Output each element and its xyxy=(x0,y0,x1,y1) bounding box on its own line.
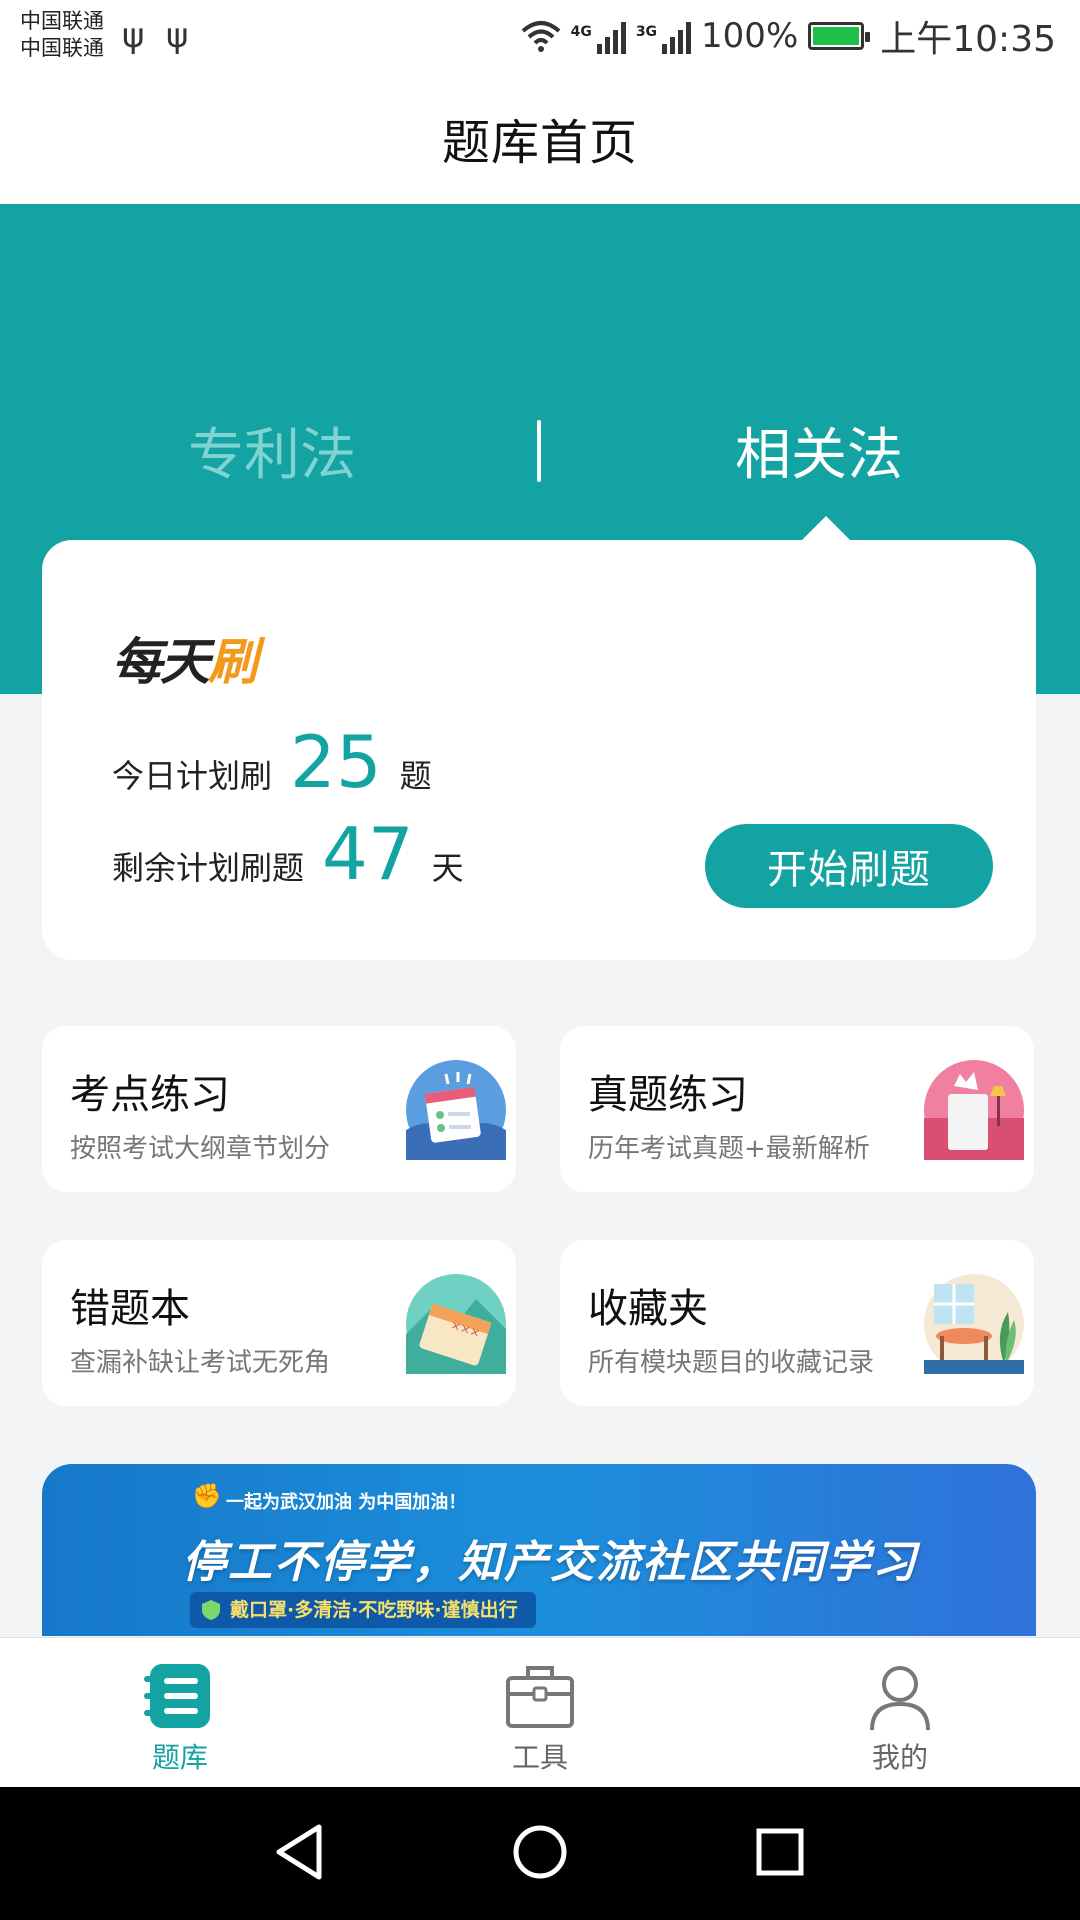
feature-title: 错题本 xyxy=(70,1286,190,1332)
banner-headline: 停工不停学，知产交流社区共同学习 xyxy=(182,1537,918,1588)
daily-plan-card: 每天刷 今日计划刷 25 题 剩余计划刷题 47 天 开始刷题 xyxy=(42,540,1036,960)
tab-pointer xyxy=(800,516,852,542)
remaining-plan-unit: 天 xyxy=(431,849,464,887)
home-icon[interactable] xyxy=(505,1817,575,1887)
signal-4g-icon: 4G xyxy=(571,18,626,54)
daily-logo: 每天刷 xyxy=(112,633,258,691)
notebook-mountain-icon: ××× xyxy=(406,1274,506,1374)
start-practice-button[interactable]: 开始刷题 xyxy=(705,824,993,908)
nav-tools[interactable]: 工具 xyxy=(440,1638,640,1788)
today-plan: 今日计划刷 25 题 xyxy=(112,726,432,798)
shield-icon xyxy=(202,1600,220,1620)
carrier-info: 中国联通 中国联通 xyxy=(20,8,104,62)
clock: 上午10:35 xyxy=(880,19,1056,60)
nav-question-bank[interactable]: 题库 xyxy=(80,1638,280,1788)
fist-icon: ✊ xyxy=(192,1482,222,1510)
system-nav-bar xyxy=(0,1787,1080,1920)
wifi-icon xyxy=(521,21,560,52)
usb-icon: ψ xyxy=(166,16,189,56)
question-bank-icon xyxy=(144,1664,210,1728)
tab-divider xyxy=(537,420,541,482)
back-icon[interactable] xyxy=(265,1817,335,1887)
bottom-nav: 题库 工具 我的 xyxy=(0,1637,1080,1787)
feature-desc: 查漏补缺让考试无死角 xyxy=(70,1348,331,1378)
signal-3g-icon: 3G xyxy=(636,18,692,54)
tab-patent-law[interactable]: 专利法 xyxy=(188,410,356,491)
page-header: 题库首页 xyxy=(0,72,1080,204)
lamp-paper-icon xyxy=(924,1060,1024,1160)
feature-desc: 按照考试大纲章节划分 xyxy=(70,1134,331,1164)
feature-title: 收藏夹 xyxy=(588,1286,708,1332)
status-right: 4G 3G 100% 上午10:35 xyxy=(521,10,1056,62)
carrier-2: 中国联通 xyxy=(20,36,104,60)
table-plant-icon xyxy=(924,1274,1024,1374)
battery-percent: 100% xyxy=(701,16,799,56)
nav-label: 工具 xyxy=(511,1741,568,1774)
user-icon xyxy=(870,1666,930,1731)
remaining-plan-days: 47 xyxy=(322,812,414,896)
status-bar: 中国联通 中国联通 ψ ψ 4G 3G 100% 上午10:35 xyxy=(0,0,1080,72)
today-plan-label: 今日计划刷 xyxy=(112,757,273,795)
recents-icon[interactable] xyxy=(745,1817,815,1887)
feature-wrong-answers[interactable]: 错题本 查漏补缺让考试无死角 ××× xyxy=(42,1240,516,1406)
feature-title: 真题练习 xyxy=(588,1072,748,1118)
feature-desc: 历年考试真题+最新解析 xyxy=(588,1134,870,1164)
banner-tag: 戴口罩·多清洁·不吃野味·谨慎出行 xyxy=(190,1592,536,1628)
banner-subtitle: 一起为武汉加油 为中国加油！ xyxy=(226,1492,467,1513)
feature-past-exams[interactable]: 真题练习 历年考试真题+最新解析 xyxy=(560,1026,1034,1192)
usb-icon: ψ xyxy=(122,16,145,56)
feature-topic-practice[interactable]: 考点练习 按照考试大纲章节划分 xyxy=(42,1026,516,1192)
calendar-checklist-icon xyxy=(406,1060,506,1160)
nav-label: 我的 xyxy=(871,1741,928,1774)
battery-icon xyxy=(808,22,871,50)
nav-label: 题库 xyxy=(151,1741,208,1774)
feature-desc: 所有模块题目的收藏记录 xyxy=(588,1348,875,1378)
today-plan-count: 25 xyxy=(290,720,382,804)
remaining-plan-label: 剩余计划刷题 xyxy=(112,849,305,887)
tab-related-law[interactable]: 相关法 xyxy=(735,410,903,491)
nav-profile[interactable]: 我的 xyxy=(800,1638,1000,1788)
today-plan-unit: 题 xyxy=(399,757,432,795)
remaining-plan: 剩余计划刷题 47 天 xyxy=(112,818,464,890)
feature-favorites[interactable]: 收藏夹 所有模块题目的收藏记录 xyxy=(560,1240,1034,1406)
feature-title: 考点练习 xyxy=(70,1072,230,1118)
carrier-1: 中国联通 xyxy=(20,9,104,33)
promo-banner[interactable]: ✊ 一起为武汉加油 为中国加油！ 停工不停学，知产交流社区共同学习 戴口罩·多清… xyxy=(42,1464,1036,1636)
page-title: 题库首页 xyxy=(441,115,638,171)
toolbox-icon xyxy=(506,1666,574,1728)
